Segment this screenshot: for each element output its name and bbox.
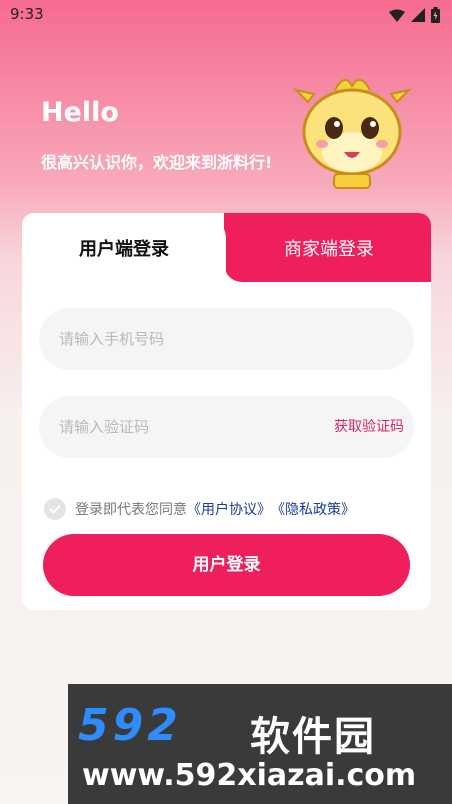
tab-merchant-login[interactable]: 商家端登录 (227, 235, 431, 261)
phone-field (39, 308, 414, 370)
status-bar: 9:33 (0, 0, 452, 30)
get-code-button[interactable]: 获取验证码 (334, 416, 404, 436)
watermark-url: www.592xiazai.com (82, 758, 417, 793)
privacy-policy-link[interactable]: 《隐私政策》 (271, 499, 355, 519)
status-time: 9:33 (10, 5, 44, 23)
user-agreement-link[interactable]: 《用户协议》 (187, 499, 271, 519)
check-icon (49, 504, 61, 514)
tab-user-login-label[interactable]: 用户端登录 (22, 235, 226, 261)
agreement-text: 登录即代表您同意 (75, 502, 187, 518)
agreement-checkbox[interactable] (44, 498, 66, 520)
wifi-icon (389, 9, 405, 22)
battery-icon (431, 7, 440, 23)
status-icons (389, 7, 440, 23)
verification-code-input[interactable] (59, 396, 299, 458)
login-card: 用户端登录 商家端登录 获取验证码 登录即代表您同意 《用户协议》 《隐私政策》… (22, 213, 431, 610)
signal-icon (411, 8, 425, 22)
user-login-button[interactable]: 用户登录 (43, 534, 410, 596)
agreement-row: 登录即代表您同意 《用户协议》 《隐私政策》 (44, 498, 355, 520)
greeting-title: Hello (41, 97, 119, 128)
watermark-logo: 592 (78, 700, 182, 751)
watermark-banner: 592 软件园 www.592xiazai.com (68, 684, 452, 804)
mascot-image (292, 79, 413, 189)
watermark-name: 软件园 (250, 714, 376, 760)
phone-input[interactable] (59, 308, 299, 370)
welcome-subtitle: 很高兴认识你，欢迎来到浙料行! (41, 153, 273, 172)
code-field: 获取验证码 (39, 396, 414, 458)
